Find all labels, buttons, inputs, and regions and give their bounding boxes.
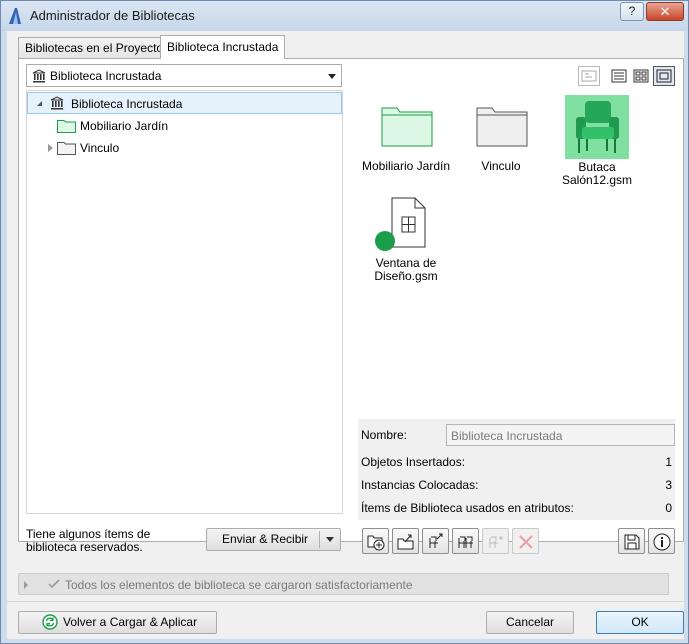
reload-apply-label: Volver a Cargar & Aplicar: [63, 615, 198, 629]
embedded-library-panel: Biblioteca Incrustada Biblioteca Incrust…: [18, 58, 684, 542]
tree-view-icon[interactable]: [578, 66, 600, 86]
close-button[interactable]: ✕: [646, 2, 684, 21]
delete-button[interactable]: [512, 528, 539, 554]
inserted-objects-label: Objetos Insertados:: [361, 455, 466, 469]
preview-view-icon[interactable]: [653, 66, 675, 86]
reserved-items-notice: Tiene algunos ítems de biblioteca reserv…: [26, 527, 151, 554]
tree-item-label: Biblioteca Incrustada: [71, 97, 183, 111]
tree-item-label: Mobiliario Jardín: [80, 119, 169, 133]
name-field: Biblioteca Incrustada: [446, 424, 675, 446]
move-object-button[interactable]: [482, 528, 509, 554]
info-icon: [653, 533, 671, 551]
info-button[interactable]: [648, 528, 675, 554]
folder-icon: [57, 142, 76, 155]
icon-view-icon[interactable]: [630, 66, 652, 86]
group-objects-icon: [458, 536, 473, 548]
tab-project-libraries[interactable]: Bibliotecas en el Proyecto: [18, 37, 171, 59]
preview-caption: Vinculo: [481, 159, 521, 173]
armchair-icon: [565, 95, 629, 159]
import-folder-icon: [397, 534, 414, 550]
split-separator: [319, 531, 320, 548]
placed-instances-value: 3: [665, 478, 672, 492]
ok-button[interactable]: OK: [596, 611, 684, 634]
send-receive-label: Enviar & Recibir: [222, 532, 309, 546]
send-receive-button[interactable]: Enviar & Recibir: [206, 528, 341, 551]
title-bar: Administrador de Bibliotecas ? ✕: [1, 1, 688, 31]
library-select-value: Biblioteca Incrustada: [50, 69, 162, 83]
add-file-icon: [367, 535, 385, 551]
preview-area: Mobiliario Jardín Vinculo Butaca Salón12…: [358, 93, 675, 416]
chevron-down-icon: [328, 74, 336, 79]
window-title: Administrador de Bibliotecas: [30, 8, 195, 23]
reload-icon: [42, 614, 58, 630]
window-file-icon: [375, 197, 426, 251]
preview-item-ventana[interactable]: Ventana de Diseño.gsm: [360, 197, 452, 297]
name-label: Nombre:: [361, 428, 408, 442]
attribute-items-value: 0: [665, 501, 672, 515]
export-object-button[interactable]: [422, 528, 449, 554]
preview-item-mobiliario-jardin[interactable]: Mobiliario Jardín: [360, 103, 452, 193]
move-object-icon: [489, 536, 503, 548]
dialog-body: Bibliotecas en el Proyecto Biblioteca In…: [7, 31, 684, 639]
library-icon: [50, 96, 64, 110]
status-message: Todos los elementos de biblioteca se car…: [65, 578, 413, 592]
archicad-app-icon: [9, 8, 21, 24]
group-objects-button[interactable]: [452, 528, 479, 554]
expand-closed-icon[interactable]: [48, 144, 53, 152]
expand-open-icon[interactable]: [37, 101, 42, 106]
list-view-icon[interactable]: [608, 66, 630, 86]
expand-status-icon[interactable]: [24, 581, 28, 589]
preview-item-vinculo[interactable]: Vinculo: [455, 103, 547, 193]
library-icon: [32, 69, 46, 83]
check-icon: [48, 579, 60, 589]
preview-caption: Ventana de Diseño.gsm: [374, 256, 438, 283]
status-bar: Todos los elementos de biblioteca se car…: [18, 573, 669, 595]
library-info-panel: Nombre: Biblioteca Incrustada Objetos In…: [358, 419, 675, 520]
preview-caption: Mobiliario Jardín: [361, 159, 451, 173]
cancel-button[interactable]: Cancelar: [486, 611, 574, 634]
reload-apply-button[interactable]: Volver a Cargar & Aplicar: [18, 611, 217, 634]
tree-item-embedded-library[interactable]: Biblioteca Incrustada: [27, 92, 342, 114]
delete-icon: [519, 535, 533, 549]
library-select-dropdown[interactable]: Biblioteca Incrustada: [26, 64, 342, 87]
preview-caption: Butaca Salón12.gsm: [561, 160, 633, 187]
divider: [7, 601, 684, 602]
export-object-icon: [429, 533, 443, 548]
import-folder-button[interactable]: [392, 528, 419, 554]
add-file-button[interactable]: [362, 528, 389, 554]
preview-item-butaca[interactable]: Butaca Salón12.gsm: [551, 95, 643, 195]
inserted-objects-value: 1: [665, 455, 672, 469]
help-button[interactable]: ?: [620, 2, 644, 21]
library-manager-window: Administrador de Bibliotecas ? ✕ Bibliot…: [0, 0, 689, 644]
tab-embedded-library[interactable]: Biblioteca Incrustada: [160, 35, 286, 59]
tree-item-mobiliario-jardin[interactable]: Mobiliario Jardín: [27, 115, 342, 137]
chevron-down-icon[interactable]: [326, 537, 334, 542]
attribute-items-label: Ítems de Biblioteca usados en atributos:: [361, 501, 574, 515]
folder-green-icon: [57, 120, 76, 133]
save-icon: [624, 534, 640, 550]
placed-instances-label: Instancias Colocadas:: [361, 478, 479, 492]
save-button[interactable]: [618, 528, 645, 554]
library-tree: Biblioteca Incrustada Mobiliario Jardín …: [26, 90, 343, 514]
folder-icon: [476, 107, 528, 147]
folder-green-icon: [381, 107, 433, 147]
tree-item-vinculo[interactable]: Vinculo: [27, 137, 342, 159]
tree-item-label: Vinculo: [80, 141, 120, 155]
